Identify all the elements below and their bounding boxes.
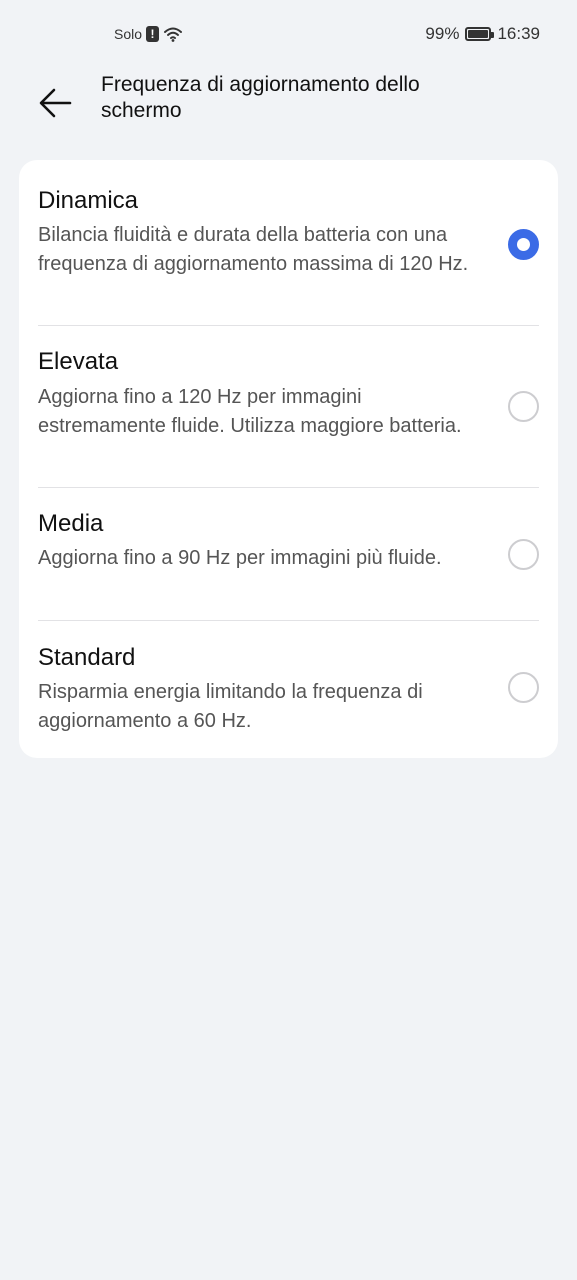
option-media[interactable]: Media Aggiorna fino a 90 Hz per immagini… — [19, 488, 558, 621]
status-right: 99% 16:39 — [425, 24, 540, 44]
battery-icon — [465, 27, 495, 41]
refresh-rate-options-card: Dinamica Bilancia fluidità e durata dell… — [19, 160, 558, 758]
page-title: Frequenza di aggiornamento dello schermo — [101, 73, 420, 122]
option-title: Standard — [38, 644, 136, 671]
wifi-icon — [164, 27, 183, 42]
option-title: Dinamica — [38, 187, 139, 214]
arrow-left-icon — [39, 88, 72, 118]
back-button[interactable] — [34, 78, 78, 122]
battery-percent: 99% — [425, 24, 460, 43]
option-description: Risparmia energia limitando la frequenza… — [38, 681, 423, 732]
option-dinamica[interactable]: Dinamica Bilancia fluidità e durata dell… — [19, 160, 558, 325]
radio-button-selected[interactable] — [508, 229, 539, 260]
option-description: Bilancia fluidità e durata della batteri… — [38, 224, 469, 275]
radio-button[interactable] — [508, 539, 539, 570]
carrier-label: Solo — [114, 26, 143, 42]
radio-button[interactable] — [508, 672, 539, 703]
option-title: Media — [38, 510, 104, 537]
radio-button[interactable] — [508, 391, 539, 422]
battery-level — [468, 30, 489, 38]
status-bar: Solo ! 99% 16:39 — [0, 0, 577, 72]
option-standard[interactable]: Standard Risparmia energia limitando la … — [19, 621, 558, 758]
option-description: Aggiorna fino a 120 Hz per immagini estr… — [38, 386, 462, 437]
option-description: Aggiorna fino a 90 Hz per immagini più f… — [38, 547, 442, 569]
option-title: Elevata — [38, 348, 119, 375]
clock: 16:39 — [497, 24, 540, 43]
app-header: Frequenza di aggiornamento dello schermo — [0, 72, 577, 152]
status-left: Solo ! — [114, 26, 183, 42]
sim-alert-icon: ! — [146, 26, 160, 42]
option-elevata[interactable]: Elevata Aggiorna fino a 120 Hz per immag… — [19, 326, 558, 487]
